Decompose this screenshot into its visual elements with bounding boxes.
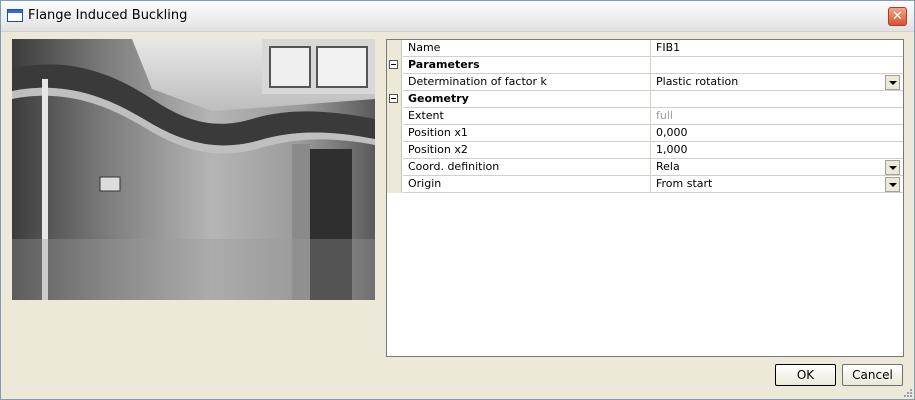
ok-button[interactable]: OK [775, 364, 836, 386]
property-label: Coord. definition [403, 159, 651, 176]
position-x1-field[interactable]: 0,000 [651, 125, 903, 142]
property-label: Name [403, 40, 651, 57]
title-bar[interactable]: Flange Induced Buckling ✕ [1, 1, 914, 32]
close-button[interactable]: ✕ [888, 7, 907, 26]
property-row-position-x1[interactable]: Position x1 0,000 [387, 125, 903, 142]
dialog-window: Flange Induced Buckling ✕ Name FIB1 Para… [0, 0, 915, 400]
property-label: Position x1 [403, 125, 651, 142]
window-icon [7, 9, 23, 22]
close-icon: ✕ [892, 9, 903, 24]
extent-field: full [651, 108, 903, 125]
origin-select[interactable]: From start [651, 176, 903, 193]
section-parameters[interactable]: Parameters [387, 57, 903, 74]
property-row-position-x2[interactable]: Position x2 1,000 [387, 142, 903, 159]
collapse-icon[interactable] [389, 60, 398, 69]
property-row-coord-definition[interactable]: Coord. definition Rela [387, 159, 903, 176]
property-label: Extent [403, 108, 651, 125]
dropdown-arrow-icon[interactable] [885, 75, 900, 90]
resize-grip-icon[interactable] [902, 387, 912, 397]
property-label: Origin [403, 176, 651, 193]
property-grid: Name FIB1 Parameters Determination of fa… [386, 39, 904, 357]
buckling-photo-image [12, 39, 375, 300]
property-label: Position x2 [403, 142, 651, 159]
property-row-name[interactable]: Name FIB1 [387, 40, 903, 57]
section-label: Parameters [403, 57, 651, 74]
property-label: Determination of factor k [403, 74, 651, 91]
coord-definition-select[interactable]: Rela [651, 159, 903, 176]
collapse-icon[interactable] [389, 94, 398, 103]
buckling-photo [12, 39, 375, 300]
property-row-origin[interactable]: Origin From start [387, 176, 903, 193]
cancel-button[interactable]: Cancel [842, 364, 903, 386]
window-title: Flange Induced Buckling [28, 8, 188, 23]
position-x2-field[interactable]: 1,000 [651, 142, 903, 159]
dropdown-arrow-icon[interactable] [885, 177, 900, 192]
factor-k-select[interactable]: Plastic rotation [651, 74, 903, 91]
property-row-extent: Extent full [387, 108, 903, 125]
dropdown-arrow-icon[interactable] [885, 160, 900, 175]
name-field[interactable]: FIB1 [651, 40, 903, 57]
section-label: Geometry [403, 91, 651, 108]
property-row-factor-k[interactable]: Determination of factor k Plastic rotati… [387, 74, 903, 91]
section-geometry[interactable]: Geometry [387, 91, 903, 108]
